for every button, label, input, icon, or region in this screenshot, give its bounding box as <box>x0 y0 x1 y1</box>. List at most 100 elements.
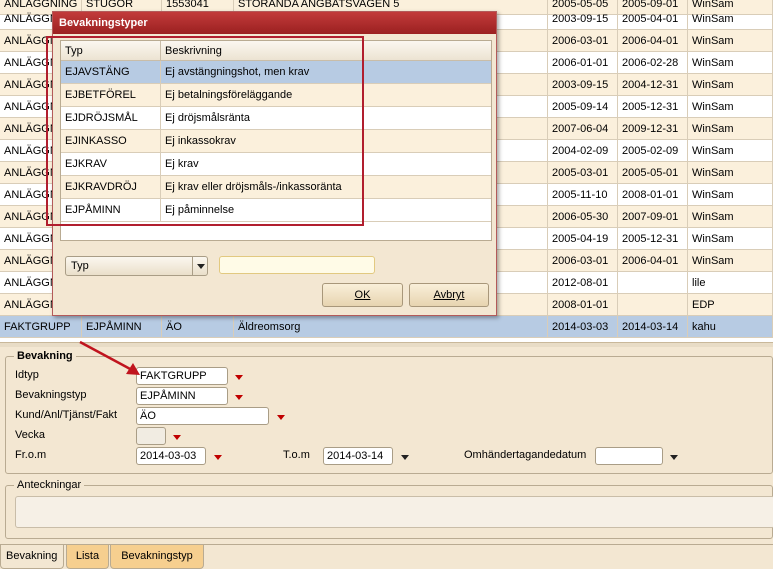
ok-button[interactable]: OK <box>322 283 403 307</box>
tom-date-dropdown-icon[interactable] <box>397 450 412 464</box>
list-item-typ: EJINKASSO <box>61 130 161 153</box>
search-column-dropdown-icon[interactable] <box>192 256 208 276</box>
tom-label: T.o.m <box>283 449 310 461</box>
table-cell: 2006-04-01 <box>618 250 688 272</box>
list-item[interactable]: EJKRAVDRÖJ Ej krav eller dröjsmåls-/inkas… <box>61 176 491 199</box>
list-item[interactable]: EJKRAV Ej krav <box>61 153 491 176</box>
bevakningstyper-dialog: Bevakningstyper Typ Beskrivning EJAVSTÄN… <box>52 11 497 316</box>
kund-field[interactable]: ÄO <box>136 407 269 425</box>
table-cell: 2005-04-19 <box>548 228 618 250</box>
list-item-typ: EJKRAV <box>61 153 161 176</box>
table-cell: FAKTGRUPP <box>0 316 82 338</box>
list-header: Typ Beskrivning <box>61 41 491 61</box>
table-cell: WinSam <box>688 184 773 206</box>
table-cell: 2005-04-01 <box>618 8 688 30</box>
table-cell: 2014-03-03 <box>548 316 618 338</box>
table-cell: WinSam <box>688 162 773 184</box>
vecka-field[interactable] <box>136 427 166 445</box>
idtyp-label: Idtyp <box>15 369 39 381</box>
avbryt-button[interactable]: Avbryt <box>409 283 489 307</box>
table-cell: 2008-01-01 <box>548 294 618 316</box>
table-cell: 2006-01-01 <box>548 52 618 74</box>
table-cell: WinSam <box>688 30 773 52</box>
omh-date-dropdown-icon[interactable] <box>666 450 681 464</box>
list-item-beskrivning: Ej inkassokrav <box>165 135 236 147</box>
table-cell: 2007-06-04 <box>548 118 618 140</box>
anteckningar-legend: Anteckningar <box>14 479 85 491</box>
table-cell: WinSam <box>688 140 773 162</box>
table-cell <box>618 294 688 316</box>
bevakningstyp-field[interactable]: EJPÅMINN <box>136 387 228 405</box>
table-cell: Äldreomsorg <box>234 316 548 338</box>
from-date-dropdown-icon[interactable] <box>210 450 225 464</box>
table-cell: 2005-05-01 <box>618 162 688 184</box>
list-item-beskrivning: Ej avstängningshot, men krav <box>165 66 310 78</box>
ok-button-label: OK <box>354 289 371 301</box>
table-cell: WinSam <box>688 118 773 140</box>
omh-label: Omhändertagandedatum <box>464 449 587 461</box>
list-item-typ: EJPÅMINN <box>61 199 161 222</box>
tom-date-field[interactable]: 2014-03-14 <box>323 447 393 465</box>
table-cell: 2012-08-01 <box>548 272 618 294</box>
idtyp-field[interactable]: FAKTGRUPP <box>136 367 228 385</box>
list-item[interactable]: EJPÅMINN Ej påminnelse <box>61 199 491 222</box>
omh-date-field[interactable] <box>595 447 663 465</box>
tab-lista[interactable]: Lista <box>66 545 109 569</box>
table-cell: 2005-02-09 <box>618 140 688 162</box>
kund-dropdown-icon[interactable] <box>273 410 288 424</box>
table-cell: 2006-05-30 <box>548 206 618 228</box>
bevakningstyper-list[interactable]: Typ Beskrivning EJAVSTÄNG Ej avstängnings… <box>60 40 492 241</box>
kund-label: Kund/Anl/Tjänst/Fakt <box>15 409 118 421</box>
table-cell: 2005-03-01 <box>548 162 618 184</box>
bevakningstyp-dropdown-icon[interactable] <box>231 390 246 404</box>
table-cell: WinSam <box>688 52 773 74</box>
list-item[interactable]: EJBETFÖREL Ej betalningsföreläggande <box>61 84 491 107</box>
table-cell: WinSam <box>688 8 773 30</box>
table-cell: 2004-02-09 <box>548 140 618 162</box>
search-column-select[interactable]: Typ <box>65 256 208 276</box>
table-cell: 2005-12-31 <box>618 96 688 118</box>
list-item-beskrivning: Ej påminnelse <box>165 204 235 216</box>
tab-bevakningstyp[interactable]: Bevakningstyp <box>110 545 204 569</box>
column-header-typ[interactable]: Typ <box>61 41 161 61</box>
table-cell: EJPÅMINN <box>82 316 162 338</box>
table-cell: ÄO <box>162 316 234 338</box>
tab-bevakning[interactable]: Bevakning <box>0 545 64 569</box>
table-cell: 2005-09-14 <box>548 96 618 118</box>
table-cell: lile <box>688 272 773 294</box>
search-value-input[interactable] <box>219 256 375 274</box>
bevakningstyp-label: Bevakningstyp <box>15 389 87 401</box>
table-cell: 2003-09-15 <box>548 74 618 96</box>
list-item[interactable]: EJDRÖJSMÅL Ej dröjsmålsränta <box>61 107 491 130</box>
table-row[interactable]: FAKTGRUPP EJPÅMINN ÄO Äldreomsorg 2014-03-03… <box>0 316 773 338</box>
list-item-typ: EJKRAVDRÖJ <box>61 176 161 199</box>
list-item-typ: EJDRÖJSMÅL <box>61 107 161 130</box>
table-cell: 2008-01-01 <box>618 184 688 206</box>
table-cell: WinSam <box>688 74 773 96</box>
search-column-value: Typ <box>71 260 89 272</box>
avbryt-button-label: Avbryt <box>433 289 465 301</box>
table-cell: 2006-02-28 <box>618 52 688 74</box>
table-cell: 2005-11-10 <box>548 184 618 206</box>
table-cell: 2005-12-31 <box>618 228 688 250</box>
table-cell: kahu <box>688 316 773 338</box>
anteckningar-textarea[interactable] <box>15 496 773 528</box>
vecka-dropdown-icon[interactable] <box>169 430 184 444</box>
table-cell: 2006-03-01 <box>548 30 618 52</box>
bottom-tab-bar: Bevakning Lista Bevakningstyp <box>0 544 773 569</box>
list-item[interactable]: EJINKASSO Ej inkassokrav <box>61 130 491 153</box>
list-item[interactable]: EJAVSTÄNG Ej avstängningshot, men krav <box>61 61 491 84</box>
vecka-label: Vecka <box>15 429 45 441</box>
list-item-beskrivning: Ej betalningsföreläggande <box>165 89 293 101</box>
idtyp-dropdown-icon[interactable] <box>231 370 246 384</box>
list-item-typ: EJAVSTÄNG <box>61 61 161 84</box>
table-cell <box>618 272 688 294</box>
column-header-beskrivning[interactable]: Beskrivning <box>161 41 222 61</box>
table-cell: 2009-12-31 <box>618 118 688 140</box>
table-cell: EDP <box>688 294 773 316</box>
arrow-annotation-icon <box>79 340 140 375</box>
list-item-typ: EJBETFÖREL <box>61 84 161 107</box>
from-date-field[interactable]: 2014-03-03 <box>136 447 206 465</box>
dialog-title[interactable]: Bevakningstyper <box>53 12 496 34</box>
table-cell: 2004-12-31 <box>618 74 688 96</box>
